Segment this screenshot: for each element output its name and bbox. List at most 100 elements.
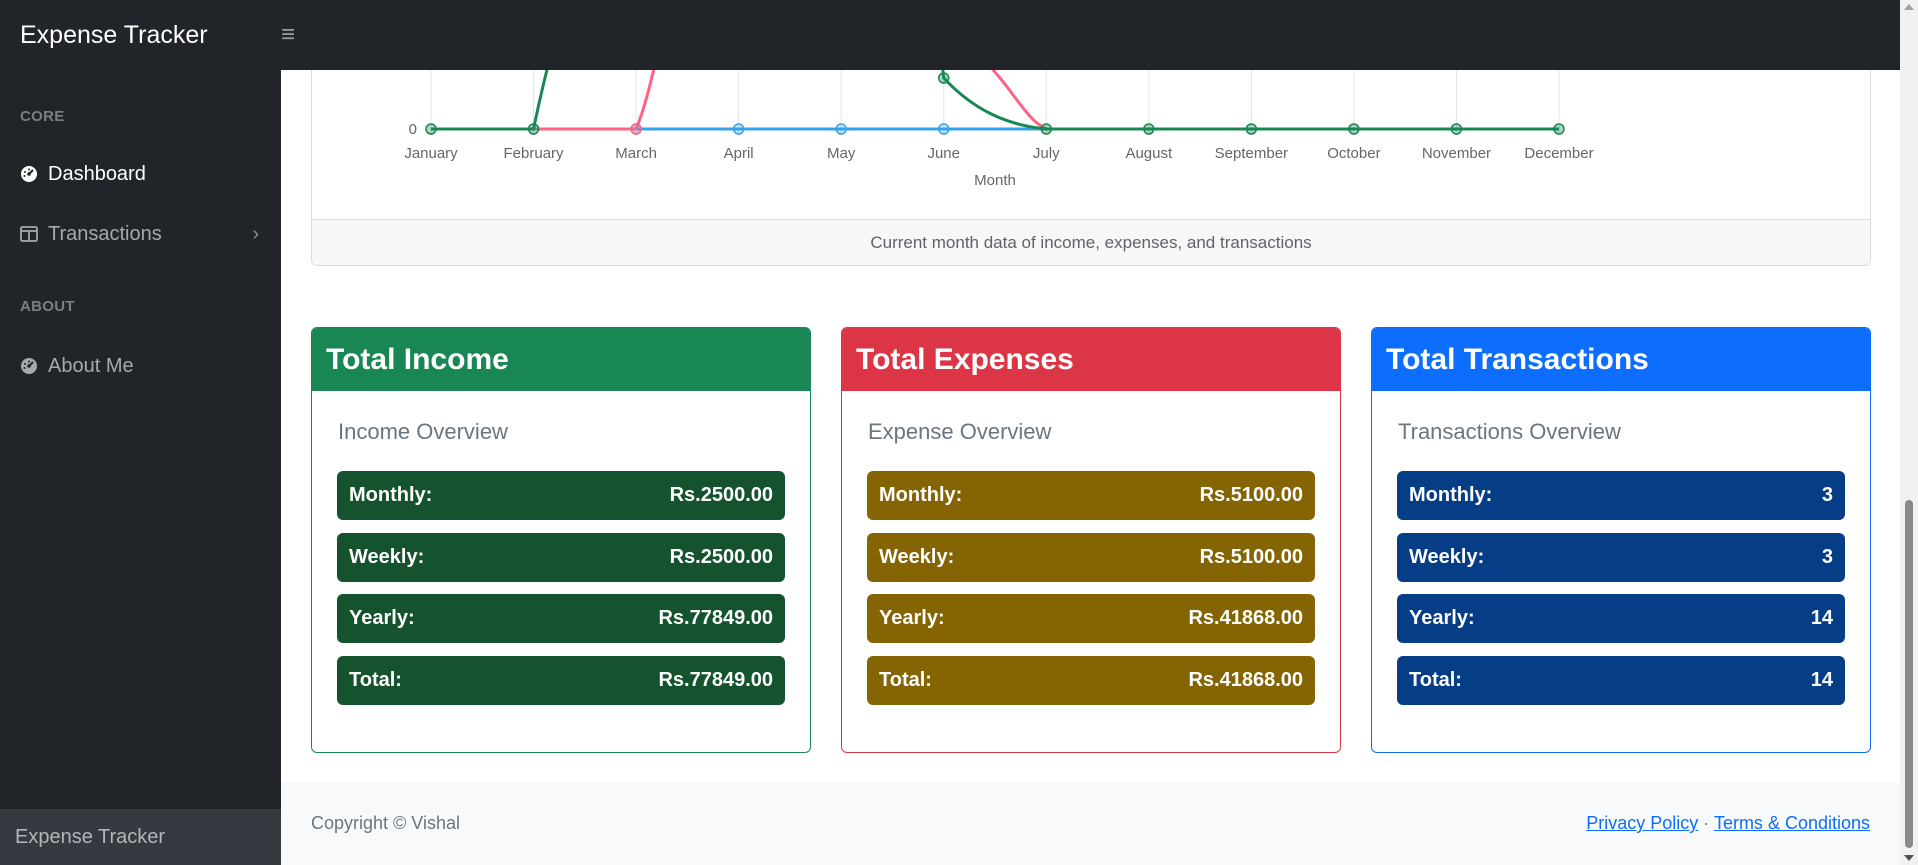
- data-point-green: [1553, 123, 1565, 135]
- transactions-card: Total Transactions Transactions Overview…: [1371, 327, 1871, 753]
- data-point-green: [527, 123, 540, 135]
- row-value: 3: [1821, 545, 1833, 568]
- main-content: 0 January February March April May June July Aug…: [281, 0, 1900, 865]
- privacy-policy-link[interactable]: Privacy Policy: [1586, 813, 1698, 833]
- page-footer: Copyright © Vishal Privacy Policy · Term…: [281, 782, 1900, 865]
- x-tick-label: April: [724, 145, 754, 162]
- expense-row-weekly: Weekly: Rs.5100.00: [867, 532, 1315, 582]
- sidebar-item-label: About Me: [48, 354, 134, 377]
- expenses-card-subtitle: Expense Overview: [868, 419, 1052, 444]
- columns-icon: [20, 226, 48, 242]
- scrollbar-thumb[interactable]: [1905, 500, 1913, 848]
- row-value: 14: [1810, 668, 1833, 691]
- row-value: Rs.41868.00: [1188, 607, 1303, 629]
- row-value: Rs.2500.00: [669, 545, 773, 568]
- sidebar: CORE Dashboard Transactions › ABOUT Abou…: [0, 70, 281, 865]
- expense-row-total: Total: Rs.41868.00: [867, 655, 1315, 705]
- income-card-subtitle: Income Overview: [338, 419, 508, 444]
- row-label: Monthly:: [879, 484, 963, 506]
- copyright-text: Copyright © Vishal: [311, 813, 461, 833]
- expenses-card: Total Expenses Expense Overview Monthly:…: [841, 327, 1341, 753]
- transactions-card-title: Total Transactions: [1372, 328, 1870, 391]
- row-label: Weekly:: [1409, 545, 1485, 568]
- income-card-title: Total Income: [312, 328, 810, 391]
- row-label: Total:: [1409, 668, 1462, 691]
- data-point-blue: [732, 123, 745, 135]
- data-point-green: [1450, 123, 1463, 135]
- scroll-up-arrow-icon[interactable]: [1904, 4, 1914, 10]
- footer-links: Privacy Policy · Terms & Conditions: [1586, 813, 1870, 834]
- row-value: 3: [1821, 484, 1833, 506]
- income-row-total: Total: Rs.77849.00: [337, 655, 785, 705]
- row-value: Rs.77849.00: [658, 607, 773, 629]
- data-point-green: [1040, 123, 1053, 135]
- series-line-pink: [533, 59, 658, 131]
- transaction-row-monthly: Monthly: 3: [1397, 471, 1845, 520]
- x-tick-label: February: [504, 145, 565, 162]
- income-row-yearly: Yearly: Rs.77849.00: [337, 594, 785, 643]
- row-value: Rs.77849.00: [658, 668, 773, 691]
- data-point-pink: [630, 123, 642, 135]
- terms-conditions-link[interactable]: Terms & Conditions: [1714, 813, 1870, 833]
- data-point-blue: [937, 123, 950, 135]
- transaction-row-total: Total: 14: [1397, 655, 1845, 705]
- top-navbar: Expense Tracker ≡: [0, 0, 1900, 70]
- row-value: Rs.5100.00: [1199, 484, 1303, 506]
- hamburger-icon[interactable]: ≡: [281, 21, 295, 49]
- transaction-row-weekly: Weekly: 3: [1397, 532, 1845, 582]
- x-tick-label: October: [1327, 145, 1380, 162]
- x-tick-label: May: [827, 145, 856, 162]
- navbar-brand[interactable]: Expense Tracker: [0, 21, 281, 50]
- row-value: Rs.5100.00: [1199, 545, 1303, 568]
- row-label: Total:: [879, 668, 932, 691]
- x-tick-label: August: [1125, 145, 1173, 162]
- sidebar-footer: Expense Tracker: [0, 809, 281, 865]
- data-point-green: [1245, 123, 1258, 135]
- scroll-down-arrow-icon[interactable]: [1904, 855, 1914, 861]
- sidebar-item-label: Transactions: [48, 222, 162, 245]
- transaction-row-yearly: Yearly: 14: [1397, 594, 1845, 643]
- sidebar-item-dashboard[interactable]: Dashboard: [0, 154, 281, 194]
- sidebar-heading-core: CORE: [20, 108, 65, 125]
- row-label: Weekly:: [349, 545, 425, 568]
- data-point-green: [1348, 123, 1360, 135]
- expense-row-yearly: Yearly: Rs.41868.00: [867, 594, 1315, 643]
- vertical-scrollbar[interactable]: [1900, 0, 1918, 865]
- row-value: 14: [1810, 607, 1833, 629]
- data-point-green: [425, 123, 437, 135]
- data-point-green: [937, 72, 950, 84]
- row-label: Total:: [349, 668, 402, 691]
- y-tick-label: 0: [409, 121, 417, 138]
- dashboard-gauge-icon: [20, 165, 48, 183]
- footer-separator: ·: [1703, 813, 1710, 833]
- income-row-weekly: Weekly: Rs.2500.00: [337, 532, 785, 582]
- row-label: Yearly:: [349, 607, 415, 629]
- row-label: Yearly:: [879, 607, 945, 629]
- dashboard-gauge-icon: [20, 357, 48, 375]
- transactions-card-subtitle: Transactions Overview: [1398, 419, 1621, 444]
- expenses-card-title: Total Expenses: [842, 328, 1340, 391]
- row-label: Yearly:: [1409, 607, 1475, 629]
- row-value: Rs.2500.00: [669, 484, 773, 506]
- series-line-pink-return: [982, 58, 1047, 131]
- sidebar-item-about-me[interactable]: About Me: [0, 346, 281, 386]
- chart-caption: Current month data of income, expenses, …: [312, 219, 1870, 265]
- income-row-monthly: Monthly: Rs.2500.00: [337, 471, 785, 520]
- data-point-green: [1143, 123, 1155, 135]
- row-value: Rs.41868.00: [1188, 668, 1303, 691]
- x-tick-label: June: [927, 145, 960, 162]
- row-label: Monthly:: [349, 484, 433, 506]
- x-axis-title: Month: [974, 172, 1016, 189]
- x-tick-label: July: [1033, 145, 1060, 162]
- sidebar-heading-about: ABOUT: [20, 298, 75, 315]
- data-point-blue: [835, 123, 847, 135]
- chevron-right-icon: ›: [252, 222, 259, 245]
- income-card: Total Income Income Overview Monthly: Rs.…: [311, 327, 811, 753]
- x-tick-label: November: [1422, 145, 1491, 162]
- x-tick-label: March: [615, 145, 657, 162]
- sidebar-item-transactions[interactable]: Transactions ›: [0, 214, 281, 254]
- x-tick-label: September: [1215, 145, 1288, 162]
- row-label: Monthly:: [1409, 484, 1493, 506]
- row-label: Weekly:: [879, 545, 955, 568]
- x-tick-label: January: [404, 145, 458, 162]
